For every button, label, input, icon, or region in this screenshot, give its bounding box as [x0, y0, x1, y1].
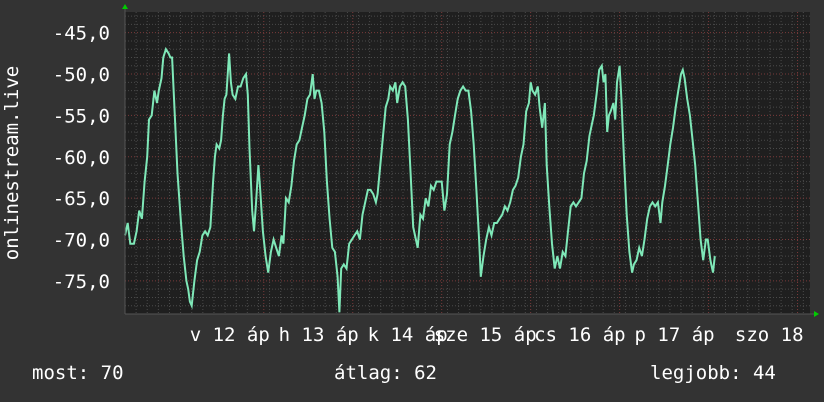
x-tick-label-6: szo 18	[735, 324, 804, 346]
stat-best: legjobb: 44	[650, 362, 776, 384]
y-tick-label-5: -70,0	[53, 230, 110, 252]
y-tick-label-6: -75,0	[53, 271, 110, 293]
y-tick-label-4: -65,0	[53, 188, 110, 210]
y-axis-ticks: -45,0 -50,0 -55,0 -60,0 -65,0 -70,0 -75,0	[53, 23, 110, 293]
x-axis-arrow	[814, 311, 819, 317]
x-tick-label-3: sze 15 áp	[434, 324, 537, 346]
y-axis-arrow	[122, 4, 128, 9]
x-tick-label-0: v 12 áp	[190, 324, 270, 346]
stat-average: átlag: 62	[334, 362, 437, 384]
y-tick-label-2: -55,0	[53, 105, 110, 127]
y-tick-label-1: -50,0	[53, 64, 110, 86]
x-tick-label-5: p 17 áp	[635, 324, 715, 346]
y-axis-label: onlinestream.live	[1, 66, 23, 260]
y-tick-label-3: -60,0	[53, 147, 110, 169]
x-tick-label-4: cs 16 áp	[534, 324, 626, 346]
x-tick-label-1: h 13 áp	[279, 324, 359, 346]
chart: -45,0 -50,0 -55,0 -60,0 -65,0 -70,0 -75,0 v 12…	[1, 4, 819, 346]
x-axis-ticks: v 12 áp h 13 áp k 14 ápsze 15 ápcs 16 áp p …	[190, 324, 804, 346]
y-tick-label-0: -45,0	[53, 23, 110, 45]
stat-current: most: 70	[32, 362, 124, 384]
